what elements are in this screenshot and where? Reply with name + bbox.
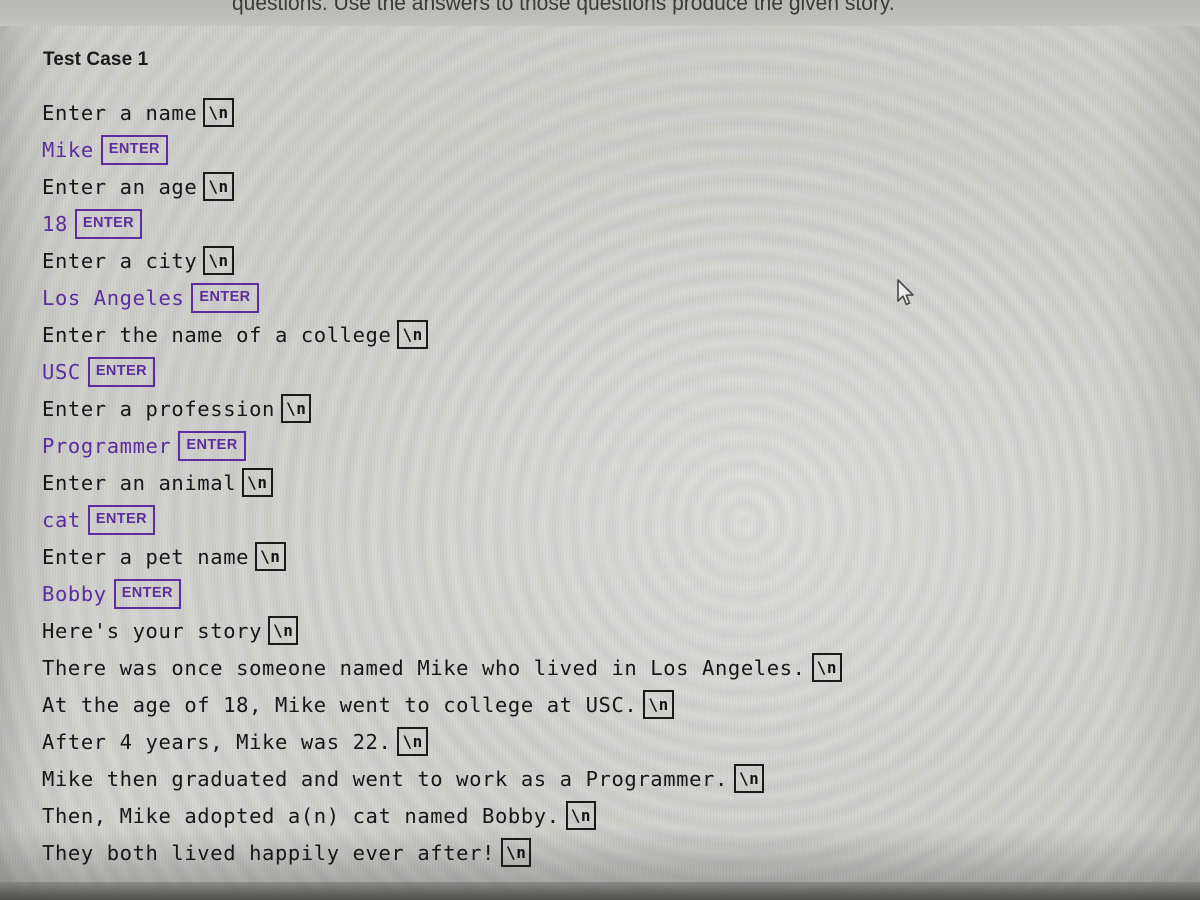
page-title: Test Case 1: [43, 49, 149, 70]
screenshot-root: Test Case 1 Enter a name \n Mike ENTER Enter…: [0, 0, 1200, 900]
console-line: Enter a profession \n: [42, 390, 1152, 427]
program-output-text: Enter a profession: [42, 396, 275, 421]
newline-chip: \n: [643, 690, 674, 719]
newline-chip: \n: [255, 542, 286, 571]
user-input-text: Bobby: [42, 581, 107, 606]
newline-chip: \n: [811, 653, 843, 682]
user-input-text: 18: [42, 211, 68, 236]
program-output-text: Enter a name: [42, 100, 198, 125]
bottom-edge-shadow: [0, 882, 1200, 900]
console-line: There was once someone named Mike who li…: [42, 649, 1152, 686]
cropped-instruction-text: questions. Use the answers to those ques…: [232, 0, 895, 16]
newline-chip: \n: [203, 172, 234, 201]
newline-chip: \n: [733, 764, 765, 793]
program-output-text: At the age of 18, Mike went to college a…: [42, 692, 638, 717]
newline-chip: \n: [500, 838, 532, 867]
console-line: cat ENTER: [42, 501, 1152, 538]
newline-chip: \n: [242, 468, 273, 497]
console-line: USC ENTER: [42, 353, 1152, 390]
user-input-text: Programmer: [42, 433, 172, 458]
console-line: Enter an age \n: [42, 168, 1152, 205]
user-input-text: Los Angeles: [42, 285, 185, 310]
enter-key-chip: ENTER: [100, 134, 168, 165]
program-output-text: There was once someone named Mike who li…: [42, 655, 806, 680]
mouse-pointer-icon: [897, 279, 914, 306]
enter-key-chip: ENTER: [191, 282, 259, 313]
console-line: Enter an animal \n: [42, 464, 1152, 501]
newline-chip: \n: [203, 98, 234, 127]
console-line: At the age of 18, Mike went to college a…: [42, 686, 1152, 723]
program-output-text: Enter an age: [42, 174, 198, 199]
console-transcript: Enter a name \n Mike ENTER Enter an age \n 18 E…: [42, 94, 1152, 871]
newline-chip: \n: [280, 394, 312, 423]
program-output-text: Here's your story: [42, 618, 263, 643]
console-line: Enter a pet name \n: [42, 538, 1152, 575]
newline-chip: \n: [397, 320, 428, 349]
newline-chip: \n: [203, 246, 234, 275]
program-output-text: Enter the name of a college: [42, 322, 392, 347]
newline-chip: \n: [268, 616, 299, 645]
console-line: They both lived happily ever after! \n: [42, 834, 1152, 871]
program-output-text: Mike then graduated and went to work as …: [42, 766, 728, 791]
program-output-text: Enter an animal: [42, 470, 237, 495]
console-line: 18 ENTER: [42, 205, 1152, 242]
program-output-text: They both lived happily ever after!: [42, 840, 495, 865]
console-line: Mike ENTER: [42, 131, 1152, 168]
newline-chip: \n: [397, 727, 428, 756]
program-output-text: Enter a pet name: [42, 544, 250, 569]
user-input-text: USC: [42, 359, 81, 384]
console-line: Bobby ENTER: [42, 575, 1152, 612]
program-output-text: Enter a city: [42, 248, 198, 273]
console-line: Mike then graduated and went to work as …: [42, 760, 1152, 797]
newline-chip: \n: [565, 801, 597, 830]
console-line: Then, Mike adopted a(n) cat named Bobby.…: [42, 797, 1152, 834]
enter-key-chip: ENTER: [178, 430, 246, 461]
console-line: Enter the name of a college \n: [42, 316, 1152, 353]
console-line: Here's your story \n: [42, 612, 1152, 649]
user-input-text: cat: [42, 507, 81, 532]
console-line: Los Angeles ENTER: [42, 279, 1152, 316]
user-input-text: Mike: [42, 137, 94, 162]
console-line: Enter a city \n: [42, 242, 1152, 279]
console-output-panel: Test Case 1 Enter a name \n Mike ENTER Enter…: [0, 0, 1200, 900]
console-line: Programmer ENTER: [42, 427, 1152, 464]
console-line: After 4 years, Mike was 22. \n: [42, 723, 1152, 760]
enter-key-chip: ENTER: [87, 356, 155, 387]
enter-key-chip: ENTER: [74, 208, 143, 239]
enter-key-chip: ENTER: [87, 504, 155, 535]
enter-key-chip: ENTER: [113, 578, 181, 609]
program-output-text: After 4 years, Mike was 22.: [42, 729, 392, 754]
program-output-text: Then, Mike adopted a(n) cat named Bobby.: [42, 803, 560, 828]
console-line: Enter a name \n: [42, 94, 1152, 131]
cropped-instruction-banner: questions. Use the answers to those ques…: [0, 0, 1200, 26]
